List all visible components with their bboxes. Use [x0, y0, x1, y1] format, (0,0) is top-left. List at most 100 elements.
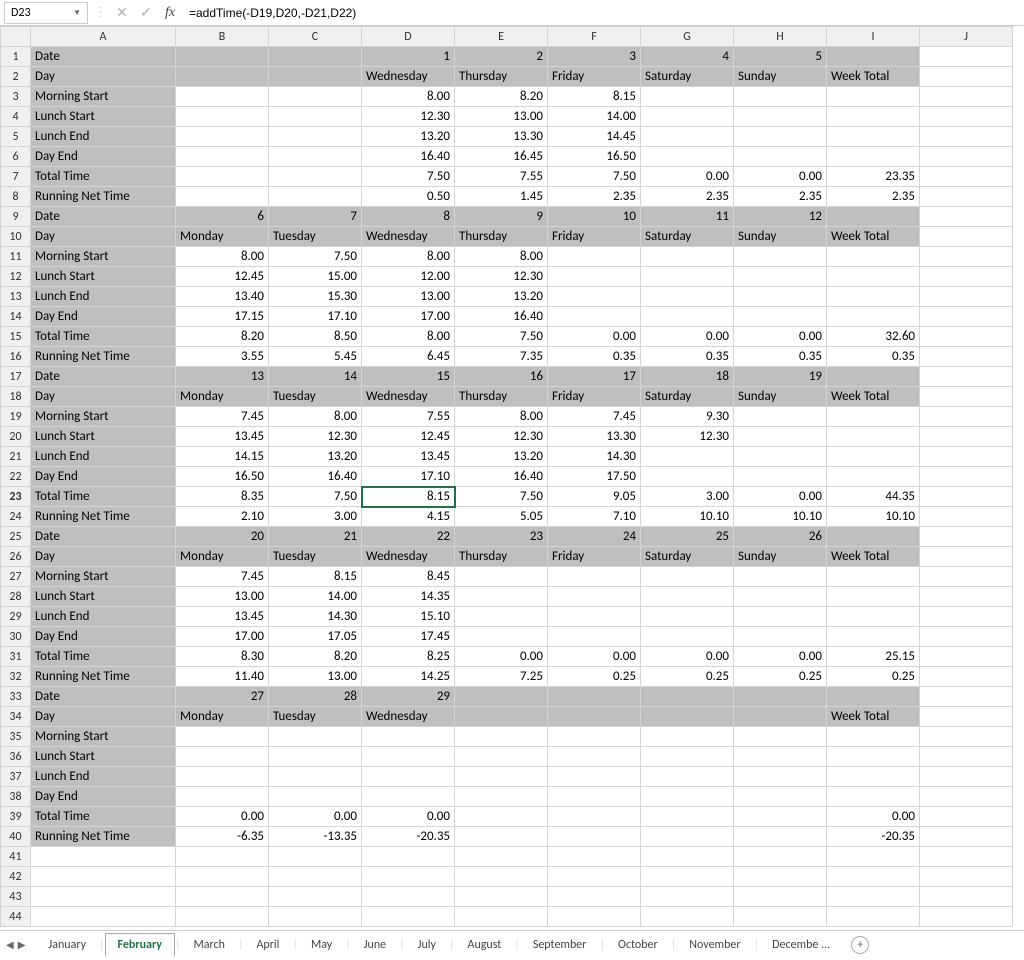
cell-G27[interactable]: [641, 567, 734, 587]
cell-I22[interactable]: [827, 467, 920, 487]
cell-A27[interactable]: Morning Start: [31, 567, 176, 587]
cell-D4[interactable]: 12.30: [362, 107, 455, 127]
cell-F10[interactable]: Friday: [548, 227, 641, 247]
cell-E32[interactable]: 7.25: [455, 667, 548, 687]
cell-C28[interactable]: 14.00: [269, 587, 362, 607]
cell-H33[interactable]: [734, 687, 827, 707]
cell-F20[interactable]: 13.30: [548, 427, 641, 447]
cell-I21[interactable]: [827, 447, 920, 467]
cell-J26[interactable]: [920, 547, 1013, 567]
cell-I14[interactable]: [827, 307, 920, 327]
cell-B24[interactable]: 2.10: [176, 507, 269, 527]
cell-E11[interactable]: 8.00: [455, 247, 548, 267]
tab-nav-next-icon[interactable]: ▶: [18, 938, 26, 951]
cell-I7[interactable]: 23.35: [827, 167, 920, 187]
cell-A36[interactable]: Lunch Start: [31, 747, 176, 767]
cell-E3[interactable]: 8.20: [455, 87, 548, 107]
cell-B26[interactable]: Monday: [176, 547, 269, 567]
cell-A17[interactable]: Date: [31, 367, 176, 387]
cell-B33[interactable]: 27: [176, 687, 269, 707]
cell-C17[interactable]: 14: [269, 367, 362, 387]
cell-I5[interactable]: [827, 127, 920, 147]
cell-C19[interactable]: 8.00: [269, 407, 362, 427]
cell-C38[interactable]: [269, 787, 362, 807]
cell-J35[interactable]: [920, 727, 1013, 747]
cell-J12[interactable]: [920, 267, 1013, 287]
cell-B34[interactable]: Monday: [176, 707, 269, 727]
grid-area[interactable]: ABCDEFGHIJ1Date123452DayWednesdayThursda…: [0, 26, 1024, 930]
cell-E14[interactable]: 16.40: [455, 307, 548, 327]
cell-G35[interactable]: [641, 727, 734, 747]
cell-A43[interactable]: [31, 887, 176, 907]
row-header-29[interactable]: 29: [1, 607, 31, 627]
cell-J25[interactable]: [920, 527, 1013, 547]
cell-B36[interactable]: [176, 747, 269, 767]
cell-I27[interactable]: [827, 567, 920, 587]
cell-H25[interactable]: 26: [734, 527, 827, 547]
cell-F19[interactable]: 7.45: [548, 407, 641, 427]
cell-B27[interactable]: 7.45: [176, 567, 269, 587]
cell-G13[interactable]: [641, 287, 734, 307]
cell-C43[interactable]: [269, 887, 362, 907]
cell-A2[interactable]: Day: [31, 67, 176, 87]
cell-H15[interactable]: 0.00: [734, 327, 827, 347]
cell-C35[interactable]: [269, 727, 362, 747]
cell-D1[interactable]: 1: [362, 47, 455, 67]
cell-B20[interactable]: 13.45: [176, 427, 269, 447]
cell-C32[interactable]: 13.00: [269, 667, 362, 687]
cell-B41[interactable]: [176, 847, 269, 867]
cell-F40[interactable]: [548, 827, 641, 847]
cell-A38[interactable]: Day End: [31, 787, 176, 807]
cell-H26[interactable]: Sunday: [734, 547, 827, 567]
cell-G33[interactable]: [641, 687, 734, 707]
cell-E35[interactable]: [455, 727, 548, 747]
cell-F13[interactable]: [548, 287, 641, 307]
cell-I30[interactable]: [827, 627, 920, 647]
cell-H4[interactable]: [734, 107, 827, 127]
cell-F44[interactable]: [548, 907, 641, 927]
cell-F5[interactable]: 14.45: [548, 127, 641, 147]
cell-I39[interactable]: 0.00: [827, 807, 920, 827]
row-header-31[interactable]: 31: [1, 647, 31, 667]
cell-G32[interactable]: 0.25: [641, 667, 734, 687]
cell-F22[interactable]: 17.50: [548, 467, 641, 487]
cell-I26[interactable]: Week Total: [827, 547, 920, 567]
cell-F32[interactable]: 0.25: [548, 667, 641, 687]
row-header-44[interactable]: 44: [1, 907, 31, 927]
cell-H36[interactable]: [734, 747, 827, 767]
cell-J30[interactable]: [920, 627, 1013, 647]
cell-F1[interactable]: 3: [548, 47, 641, 67]
cell-D41[interactable]: [362, 847, 455, 867]
cell-B15[interactable]: 8.20: [176, 327, 269, 347]
cell-F8[interactable]: 2.35: [548, 187, 641, 207]
cell-E4[interactable]: 13.00: [455, 107, 548, 127]
cell-G21[interactable]: [641, 447, 734, 467]
cell-D40[interactable]: -20.35: [362, 827, 455, 847]
cell-B19[interactable]: 7.45: [176, 407, 269, 427]
cell-C14[interactable]: 17.10: [269, 307, 362, 327]
cell-F43[interactable]: [548, 887, 641, 907]
cell-G15[interactable]: 0.00: [641, 327, 734, 347]
cell-E7[interactable]: 7.55: [455, 167, 548, 187]
cell-D14[interactable]: 17.00: [362, 307, 455, 327]
cell-E1[interactable]: 2: [455, 47, 548, 67]
cell-G24[interactable]: 10.10: [641, 507, 734, 527]
cell-F31[interactable]: 0.00: [548, 647, 641, 667]
cell-H2[interactable]: Sunday: [734, 67, 827, 87]
cell-I34[interactable]: Week Total: [827, 707, 920, 727]
cell-J13[interactable]: [920, 287, 1013, 307]
cell-E37[interactable]: [455, 767, 548, 787]
add-sheet-button[interactable]: +: [851, 936, 869, 954]
cell-B25[interactable]: 20: [176, 527, 269, 547]
cell-I41[interactable]: [827, 847, 920, 867]
cell-A4[interactable]: Lunch Start: [31, 107, 176, 127]
cell-G18[interactable]: Saturday: [641, 387, 734, 407]
cell-F25[interactable]: 24: [548, 527, 641, 547]
cell-E24[interactable]: 5.05: [455, 507, 548, 527]
cell-J4[interactable]: [920, 107, 1013, 127]
cell-H7[interactable]: 0.00: [734, 167, 827, 187]
cell-H42[interactable]: [734, 867, 827, 887]
cell-C20[interactable]: 12.30: [269, 427, 362, 447]
cell-C13[interactable]: 15.30: [269, 287, 362, 307]
cell-J1[interactable]: [920, 47, 1013, 67]
